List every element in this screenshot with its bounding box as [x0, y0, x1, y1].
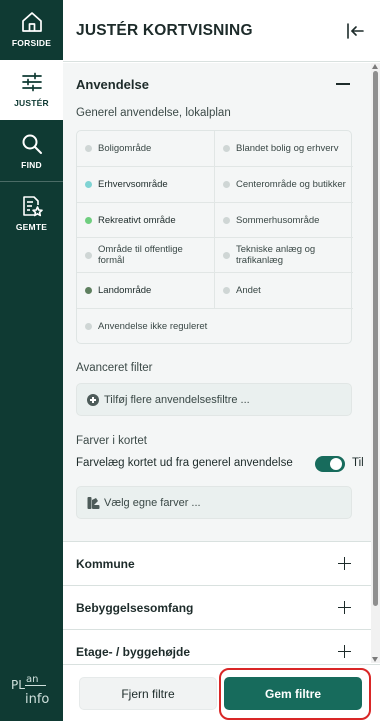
color-by-usage-label: Farvelæg kortet ud fra generel anvendels… — [76, 457, 293, 469]
toggle-knob — [330, 458, 342, 470]
accordion-kommune[interactable]: Kommune — [63, 541, 371, 585]
logo-text-pl: PL — [11, 678, 25, 692]
plus-circle-icon — [87, 394, 99, 406]
advanced-filter-label: Avanceret filter — [76, 362, 153, 374]
collapse-left-icon[interactable] — [345, 22, 365, 40]
usage-section-title[interactable]: Anvendelse — [76, 77, 149, 92]
color-dot-icon — [223, 251, 230, 259]
color-dot-icon — [85, 287, 92, 294]
logo-bar — [25, 685, 46, 686]
rail-divider — [0, 181, 63, 182]
category-label: Andet — [236, 285, 261, 296]
category-label: Anvendelse ikke reguleret — [98, 321, 208, 332]
plus-icon — [338, 645, 351, 658]
category-label: Erhvervsområde — [98, 179, 168, 190]
color-by-usage-row: Farvelæg kortet ud fra generel anvendels… — [76, 456, 368, 474]
home-icon — [21, 12, 42, 32]
color-dot-icon — [223, 145, 230, 152]
accordion-kommune-label: Kommune — [76, 557, 135, 571]
accordion-bebyggelsesomfang-label: Bebyggelsesomfang — [76, 601, 194, 615]
panel-title: JUSTÉR KORTVISNING — [76, 22, 253, 39]
color-dot-icon — [85, 181, 92, 188]
category-omrade-til-offentlige-formal[interactable]: Område til offentlige formål — [77, 238, 214, 272]
category-label: Boligområde — [98, 143, 152, 154]
choose-own-colors-label: Vælg egne farver ... — [104, 497, 201, 509]
category-label: Centerområde og butikker — [236, 179, 346, 190]
nav-find[interactable]: FIND — [0, 122, 63, 182]
category-label: Rekreativt område — [98, 214, 176, 226]
choose-own-colors-button[interactable]: Vælg egne farver ... — [76, 486, 352, 519]
adjust-map-panel: JUSTÉR KORTVISNING Anvendelse Generel an… — [63, 0, 380, 721]
scroll-down-icon[interactable] — [372, 657, 378, 662]
category-sommerhusomrade[interactable]: Sommerhusområde — [215, 203, 353, 237]
category-label: Tekniske anlæg og trafikanlæg — [236, 244, 316, 266]
nav-juster[interactable]: JUSTÉR — [0, 60, 63, 120]
category-rekreativt-omrade[interactable]: Rekreativt område — [77, 203, 214, 237]
category-label: Sommerhusområde — [236, 214, 320, 226]
sliders-icon — [21, 72, 42, 92]
logo-text-info: info — [25, 692, 50, 707]
category-andet[interactable]: Andet — [215, 273, 353, 308]
panel-footer: Fjern filtre Gem filtre — [63, 664, 380, 721]
category-boligomrade[interactable]: Boligområde — [77, 131, 214, 166]
add-usage-filter-button[interactable]: Tilføj flere anvendelsesfiltre ... — [76, 383, 352, 416]
usage-section: Anvendelse Generel anvendelse, lokalplan… — [63, 63, 371, 541]
color-dot-icon — [223, 287, 230, 294]
nav-gemte[interactable]: GEMTE — [0, 184, 63, 244]
nav-forside[interactable]: FORSIDE — [0, 0, 63, 60]
saved-doc-star-icon — [22, 196, 43, 217]
plus-icon — [338, 601, 351, 614]
color-dot-icon — [223, 181, 230, 188]
category-centeromrade-og-butikker[interactable]: Centerområde og butikker — [215, 167, 353, 202]
color-dot-icon — [85, 251, 92, 259]
category-blandet-bolig-og-erhverv[interactable]: Blandet bolig og erhverv — [215, 131, 353, 166]
category-label: Område til offentlige formål — [98, 244, 183, 266]
category-tekniske-anlaeg-og-trafikanlaeg[interactable]: Tekniske anlæg og trafikanlæg — [215, 238, 353, 272]
scroll-up-icon[interactable] — [372, 64, 378, 69]
scrollbar-thumb[interactable] — [373, 71, 378, 606]
usage-category-grid: Boligområde Blandet bolig og erhverv Erh… — [76, 130, 353, 344]
filter-scroll-area[interactable]: Anvendelse Generel anvendelse, lokalplan… — [63, 63, 371, 663]
color-dot-icon — [223, 216, 230, 224]
map-colors-label: Farver i kortet — [76, 435, 147, 447]
vertical-scrollbar[interactable] — [371, 63, 380, 663]
plus-icon — [338, 557, 351, 570]
search-icon — [22, 134, 42, 154]
category-label: Landområde — [98, 285, 152, 296]
planinfo-logo: PL an info — [8, 674, 54, 710]
category-erhvervsomrade[interactable]: Erhvervsområde — [77, 167, 214, 202]
clear-filters-button[interactable]: Fjern filtre — [79, 677, 217, 710]
logo-text-an: an — [26, 674, 39, 685]
color-dot-icon — [85, 216, 92, 224]
color-by-usage-toggle[interactable] — [315, 456, 345, 472]
category-anvendelse-ikke-reguleret[interactable]: Anvendelse ikke reguleret — [77, 309, 353, 344]
category-label: Blandet bolig og erhverv — [236, 143, 339, 154]
left-nav-rail: FORSIDE JUSTÉR FIND GEMTE PL an info — [0, 0, 63, 721]
color-dot-icon — [85, 323, 92, 330]
add-usage-filter-label: Tilføj flere anvendelsesfiltre ... — [104, 394, 250, 406]
palette-icon — [87, 497, 100, 509]
collapse-minus-icon[interactable] — [336, 83, 350, 85]
save-filters-button[interactable]: Gem filtre — [224, 677, 362, 710]
accordion-etage-byggehojde[interactable]: Etage- / byggehøjde — [63, 629, 371, 663]
color-dot-icon — [85, 145, 92, 152]
accordion-bebyggelsesomfang[interactable]: Bebyggelsesomfang — [63, 585, 371, 629]
nav-juster-label: JUSTÉR — [14, 98, 49, 108]
toggle-state-label: Til — [352, 457, 364, 469]
accordion-etage-byggehojde-label: Etage- / byggehøjde — [76, 645, 191, 659]
category-landomrade[interactable]: Landområde — [77, 273, 214, 308]
panel-header: JUSTÉR KORTVISNING — [63, 0, 380, 62]
nav-forside-label: FORSIDE — [11, 38, 52, 48]
nav-gemte-label: GEMTE — [15, 222, 48, 232]
nav-find-label: FIND — [21, 160, 42, 170]
usage-subtitle: Generel anvendelse, lokalplan — [76, 107, 231, 119]
